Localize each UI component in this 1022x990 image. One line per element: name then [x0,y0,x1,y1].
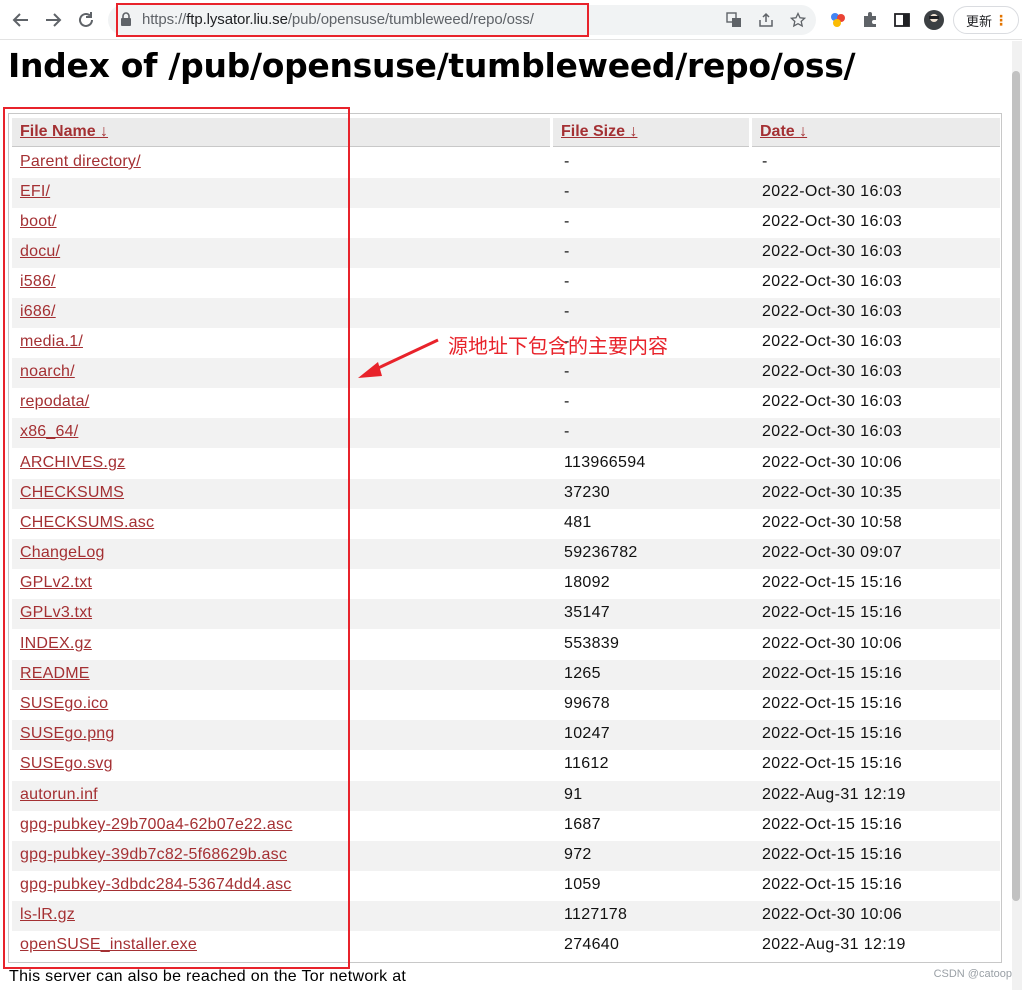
file-date: 2022-Oct-30 16:03 [762,363,903,380]
file-date: 2022-Oct-15 15:16 [762,876,903,893]
file-date: 2022-Oct-15 15:16 [762,725,903,742]
file-date: 2022-Aug-31 12:19 [762,936,906,953]
column-header-size: File Size ↓ [553,118,749,147]
browser-toolbar: https://ftp.lysator.liu.se/pub/opensuse/… [0,0,1022,40]
file-size: 481 [564,514,592,531]
vertical-scrollbar[interactable] [1012,41,1022,990]
extensions-puzzle-icon[interactable] [859,9,881,31]
file-size: 10247 [564,725,610,742]
file-size: - [564,423,570,440]
file-size: 37230 [564,484,610,501]
back-button[interactable] [8,7,34,33]
file-size: - [564,213,570,230]
file-date: 2022-Oct-30 10:06 [762,454,903,471]
file-date: 2022-Oct-30 10:35 [762,484,903,501]
file-date: 2022-Oct-30 10:58 [762,514,903,531]
file-date: 2022-Oct-15 15:16 [762,695,903,712]
file-date: 2022-Oct-30 16:03 [762,423,903,440]
bookmark-star-icon[interactable] [788,10,808,30]
update-label: 更新 [966,13,993,29]
annotation-label: 源地址下包含的主要内容 [448,336,668,358]
update-button[interactable]: 更新 ⋮ [953,6,1019,34]
file-size: 113966594 [564,454,646,471]
watermark: CSDN @catoop [933,968,1012,980]
url-highlight-box [116,3,589,37]
footer-note: This server can also be reached on the T… [9,968,407,985]
file-size: 35147 [564,604,610,621]
page-title: Index of /pub/opensuse/tumbleweed/repo/o… [8,46,856,85]
more-menu-icon[interactable]: ⋮ [994,12,1008,29]
file-size: 1265 [564,665,601,682]
side-panel-icon[interactable] [891,9,913,31]
file-size: 11612 [564,755,609,772]
file-size: 1127178 [564,906,628,923]
file-size: - [564,243,570,260]
extension-colorful-icon[interactable] [827,9,849,31]
file-size: 59236782 [564,544,638,561]
file-date: 2022-Oct-30 16:03 [762,183,903,200]
file-size: - [564,303,570,320]
file-date: 2022-Aug-31 12:19 [762,786,906,803]
profile-avatar-icon[interactable] [923,9,945,31]
reload-icon [79,12,93,27]
file-date: 2022-Oct-30 16:03 [762,393,903,410]
file-size: 972 [564,846,592,863]
file-date: 2022-Oct-30 16:03 [762,273,903,290]
file-size: 91 [564,786,583,803]
file-date: 2022-Oct-15 15:16 [762,604,903,621]
file-size: - [564,183,570,200]
file-date: 2022-Oct-30 09:07 [762,544,903,561]
scrollbar-thumb[interactable] [1012,71,1020,901]
file-size: 1059 [564,876,601,893]
file-date: 2022-Oct-30 10:06 [762,906,903,923]
file-date: 2022-Oct-30 10:06 [762,635,903,652]
reload-button[interactable] [73,7,99,33]
file-list-highlight-box [3,107,350,969]
file-date: 2022-Oct-30 16:03 [762,243,903,260]
arrow-right-icon [46,13,62,27]
file-date: 2022-Oct-15 15:16 [762,846,903,863]
sort-by-date-link[interactable]: Date ↓ [760,123,807,141]
file-size: 274640 [564,936,620,953]
file-date: 2022-Oct-30 16:03 [762,303,903,320]
share-icon[interactable] [756,10,776,30]
file-date: 2022-Oct-15 15:16 [762,665,903,682]
file-size: 99678 [564,695,610,712]
file-date: 2022-Oct-15 15:16 [762,755,903,772]
file-size: - [564,153,570,170]
annotation-arrow-icon [358,338,439,378]
file-size: - [564,363,570,380]
file-date: 2022-Oct-15 15:16 [762,816,903,833]
forward-button[interactable] [40,7,66,33]
file-date: 2022-Oct-30 16:03 [762,333,903,350]
file-size: - [564,273,570,290]
column-header-date: Date ↓ [752,118,1000,147]
file-date: - [762,153,768,170]
arrow-left-icon [12,13,28,27]
file-date: 2022-Oct-15 15:16 [762,574,903,591]
file-date: 2022-Oct-30 16:03 [762,213,903,230]
file-size: 553839 [564,635,620,652]
file-size: 18092 [564,574,610,591]
sort-by-size-link[interactable]: File Size ↓ [561,123,637,141]
file-size: - [564,393,570,410]
translate-icon[interactable] [724,10,744,30]
file-size: 1687 [564,816,601,833]
